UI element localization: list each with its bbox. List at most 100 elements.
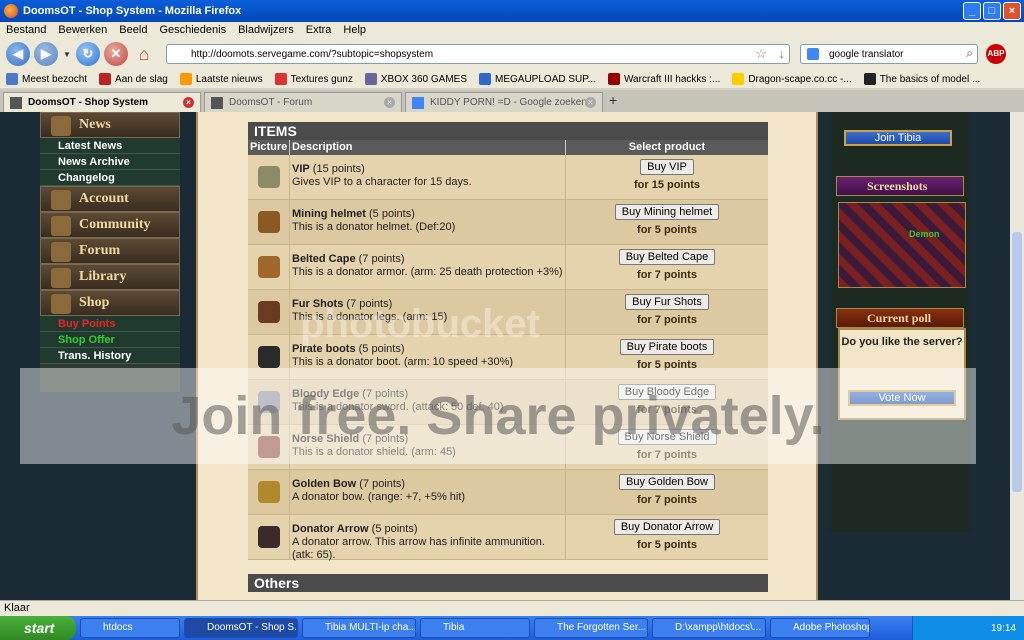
- sidebar-item-changelog[interactable]: Changelog: [40, 170, 180, 186]
- task-xampp[interactable]: D:\xampp\htdocs\...: [652, 618, 766, 638]
- menu-library[interactable]: Library: [40, 264, 180, 290]
- menu-beeld[interactable]: Beeld: [113, 24, 153, 36]
- item-picture: [248, 470, 290, 514]
- close-tab-icon[interactable]: ×: [183, 97, 194, 108]
- search-input[interactable]: google translator ⌕: [800, 44, 978, 64]
- bookmark-item[interactable]: MEGAUPLOAD SUP...: [473, 73, 602, 85]
- bookmark-item[interactable]: Textures gunz: [269, 73, 359, 85]
- stop-icon[interactable]: ✕: [104, 42, 128, 66]
- search-icon[interactable]: ⌕: [966, 46, 973, 61]
- watermark-brand: photobucket: [300, 302, 540, 346]
- menu-extra[interactable]: Extra: [300, 24, 338, 36]
- scrollbar-thumb[interactable]: [1012, 232, 1022, 492]
- address-bar[interactable]: http://doomots.servegame.com/?subtopic=s…: [166, 44, 790, 64]
- item-desc-text: A donator bow. (range: +7, +5% hit): [292, 491, 466, 503]
- start-button[interactable]: start: [0, 616, 76, 640]
- item-description: Mining helmet (5 points) This is a donato…: [290, 200, 566, 244]
- item-points: (7 points): [359, 478, 406, 490]
- shop-icon: [51, 294, 71, 314]
- tab-google[interactable]: KIDDY PORN! =D - Google zoeken ×: [405, 92, 603, 112]
- menu-bewerken[interactable]: Bewerken: [52, 24, 113, 36]
- item-icon: [257, 256, 280, 278]
- task-htdocs[interactable]: htdocs: [80, 618, 180, 638]
- back-icon[interactable]: ◀: [6, 42, 30, 66]
- others-table: Others: [248, 574, 768, 600]
- task-forgotten-server[interactable]: The Forgotten Ser...: [534, 618, 648, 638]
- table-row: VIP (15 points) Gives VIP to a character …: [248, 155, 768, 200]
- bookmark-item[interactable]: Dragon-scape.co.cc -...: [726, 73, 857, 85]
- menu-bladwijzers[interactable]: Bladwijzers: [232, 24, 300, 36]
- item-select: Buy Fur Shots for 7 points: [566, 290, 768, 334]
- close-tab-icon[interactable]: ×: [384, 97, 395, 108]
- buy-button[interactable]: Buy Fur Shots: [625, 294, 709, 310]
- new-tab-button[interactable]: +: [609, 92, 617, 112]
- menu-shop[interactable]: Shop: [40, 290, 180, 316]
- menu-community[interactable]: Community: [40, 212, 180, 238]
- sidebar-item-buy-points[interactable]: Buy Points: [40, 316, 180, 332]
- others-title: Others: [248, 574, 768, 592]
- left-menu: News Latest News News Archive Changelog …: [40, 112, 180, 392]
- bookmark-item[interactable]: The basics of model ...: [858, 73, 987, 85]
- items-title: ITEMS: [248, 122, 768, 140]
- bookmark-star-icon[interactable]: ☆: [755, 46, 767, 62]
- buy-button[interactable]: Buy Donator Arrow: [613, 519, 721, 535]
- menu-forum[interactable]: Forum: [40, 238, 180, 264]
- task-photoshop[interactable]: Adobe Photoshop ...: [770, 618, 870, 638]
- tab-shop-system[interactable]: DoomsOT - Shop System ×: [3, 92, 201, 112]
- screenshot-label: Demon: [909, 229, 940, 239]
- bookmark-item[interactable]: Laatste nieuws: [174, 73, 269, 85]
- clock: 19:14: [990, 622, 1016, 634]
- poll-question: Do you like the server?: [841, 336, 963, 348]
- menu-news[interactable]: News: [40, 112, 180, 138]
- buy-button[interactable]: Buy VIP: [640, 159, 694, 175]
- maximize-button[interactable]: □: [983, 2, 1001, 20]
- home-icon[interactable]: ⌂: [132, 42, 156, 66]
- item-icon: [257, 301, 280, 323]
- menu-help[interactable]: Help: [337, 24, 372, 36]
- item-icon: [257, 526, 280, 548]
- item-name: Donator Arrow: [292, 523, 369, 535]
- system-tray: 19:14: [912, 616, 1024, 640]
- join-tibia-button[interactable]: Join Tibia: [844, 130, 952, 146]
- sidebar-item-shop-offer[interactable]: Shop Offer: [40, 332, 180, 348]
- page-scrollbar[interactable]: [1010, 112, 1024, 600]
- bookmark-item[interactable]: Meest bezocht: [0, 73, 93, 85]
- item-cost: for 7 points: [637, 494, 697, 506]
- current-poll-header: Current poll: [836, 308, 964, 328]
- buy-button[interactable]: Buy Belted Cape: [618, 249, 716, 265]
- adblock-icon[interactable]: ABP: [986, 44, 1006, 64]
- history-dropdown-icon[interactable]: ▼: [62, 42, 72, 66]
- reload-icon[interactable]: ↻: [76, 42, 100, 66]
- sidebar-item-news-archive[interactable]: News Archive: [40, 154, 180, 170]
- bookmark-item[interactable]: XBOX 360 GAMES: [359, 73, 473, 85]
- task-firefox[interactable]: DoomsOT - Shop S...: [184, 618, 298, 638]
- menu-account[interactable]: Account: [40, 186, 180, 212]
- item-select: Buy VIP for 15 points: [566, 155, 768, 199]
- tab-favicon: [211, 96, 223, 109]
- sidebar-item-latest-news[interactable]: Latest News: [40, 138, 180, 154]
- menu-bestand[interactable]: Bestand: [0, 24, 52, 36]
- go-arrow-icon[interactable]: ↓: [779, 46, 786, 61]
- sidebar-item-trans-history[interactable]: Trans. History: [40, 348, 180, 364]
- task-tibia[interactable]: Tibia: [420, 618, 530, 638]
- bookmark-item[interactable]: Aan de slag: [93, 73, 174, 85]
- item-points: (5 points): [369, 208, 415, 220]
- task-tibia-multi[interactable]: Tibia MULTI-ip cha...: [302, 618, 416, 638]
- item-icon: [257, 211, 280, 233]
- bookmark-item[interactable]: Warcraft III hackks :...: [602, 73, 726, 85]
- menu-geschiedenis[interactable]: Geschiedenis: [153, 24, 232, 36]
- item-points: (15 points): [312, 163, 365, 175]
- table-row: Donator Arrow (5 points) A donator arrow.…: [248, 515, 768, 561]
- close-button[interactable]: ×: [1003, 2, 1021, 20]
- minimize-button[interactable]: _: [963, 2, 981, 20]
- buy-button[interactable]: Buy Golden Bow: [619, 474, 715, 490]
- forward-icon[interactable]: ▶: [34, 42, 58, 66]
- close-tab-icon[interactable]: ×: [585, 97, 596, 108]
- buy-button[interactable]: Buy Mining helmet: [614, 204, 720, 220]
- window-titlebar: DoomsOT - Shop System - Mozilla Firefox …: [0, 0, 1024, 22]
- tab-forum[interactable]: DoomsOT - Forum ×: [204, 92, 402, 112]
- buy-button[interactable]: Buy Pirate boots: [619, 339, 715, 355]
- screenshot-image[interactable]: Demon: [838, 202, 966, 288]
- item-icon: [257, 481, 280, 503]
- item-desc-text: This is a donator helmet. (Def:20): [292, 221, 456, 233]
